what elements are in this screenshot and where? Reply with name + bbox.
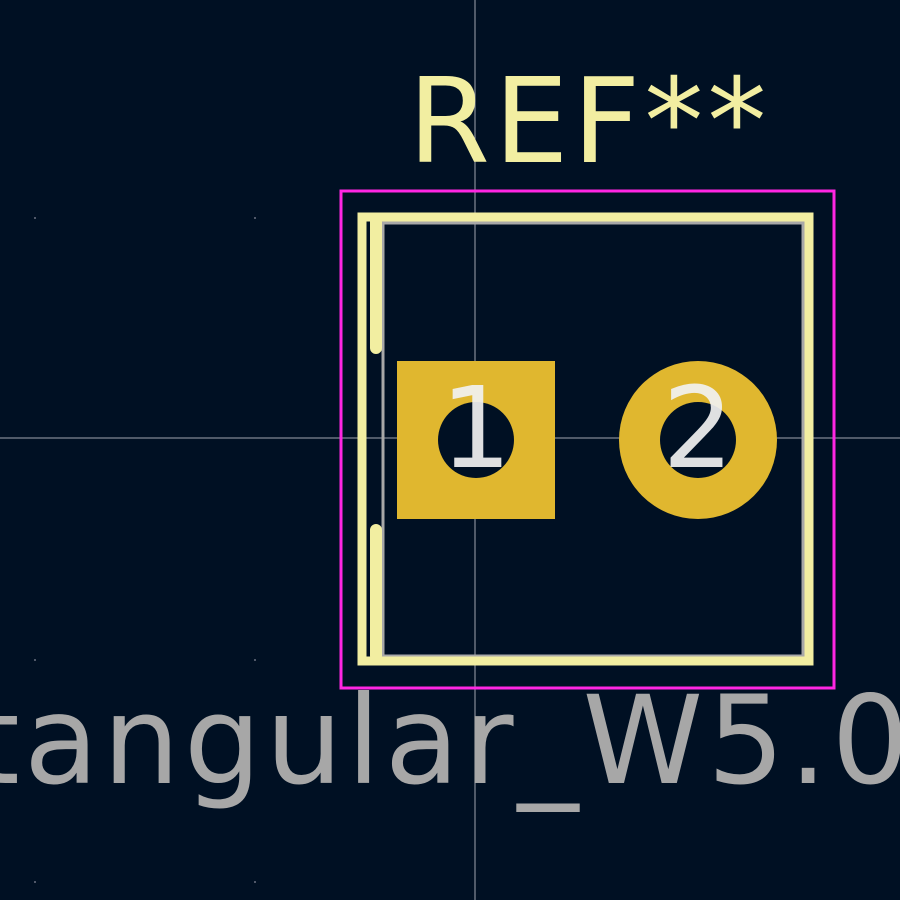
reference-designator[interactable]: REF** (408, 62, 770, 180)
pad-1-number: 1 (440, 364, 512, 494)
pad-2-number: 2 (662, 364, 734, 494)
footprint-value-text[interactable]: tangular_W5.0 (0, 680, 900, 802)
